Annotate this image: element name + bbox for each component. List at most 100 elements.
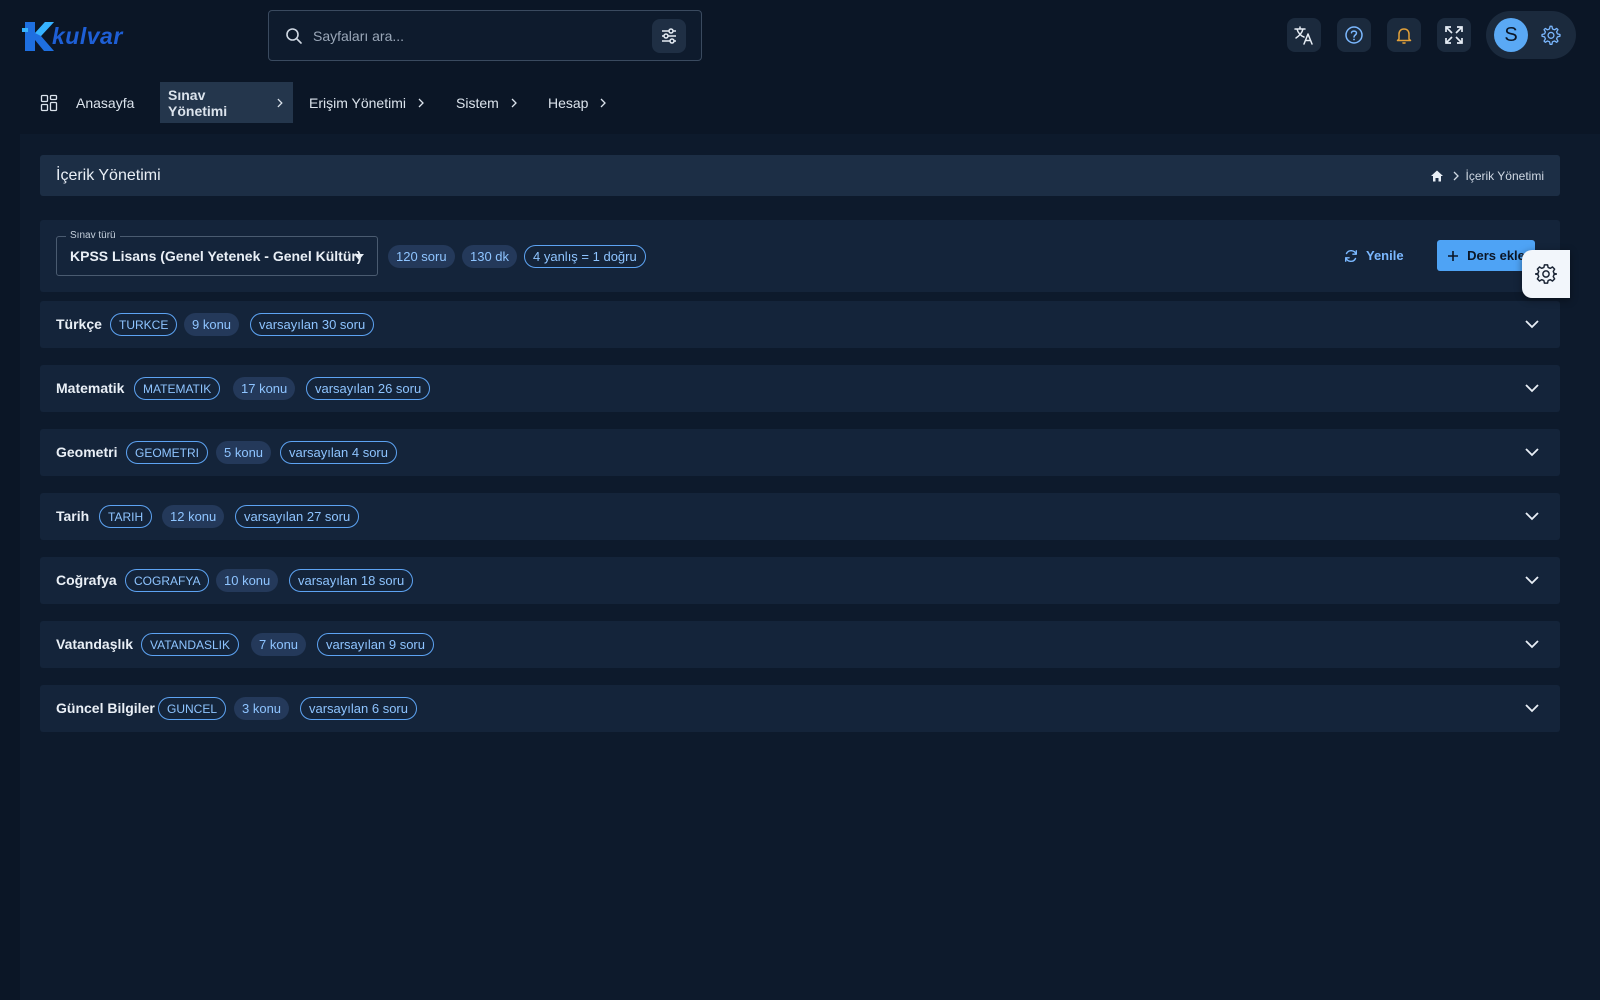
plus-icon (1448, 250, 1459, 261)
chevron-down-icon[interactable] (1524, 382, 1540, 394)
language-button[interactable] (1287, 18, 1321, 52)
bell-icon (1396, 28, 1412, 44)
subject-name: Güncel Bilgiler (56, 700, 155, 716)
settings-gear-icon[interactable] (1540, 24, 1562, 46)
breadcrumb-current: İçerik Yönetimi (1465, 168, 1544, 183)
search-box[interactable] (268, 10, 702, 61)
chevron-right-icon (418, 98, 424, 107)
subject-row[interactable]: Tarih TARIH 12 konu varsayılan 27 soru (40, 493, 1560, 540)
subject-row[interactable]: Güncel Bilgiler GUNCEL 3 konu varsayılan… (40, 685, 1560, 732)
chevron-down-icon[interactable] (1524, 638, 1540, 650)
topic-count-badge: 7 konu (251, 633, 307, 656)
question-count-badge: 120 soru (388, 245, 455, 268)
page-header: İçerik Yönetimi İçerik Yönetimi (40, 155, 1560, 196)
topic-count-badge: 12 konu (162, 505, 225, 528)
scoring-rule-badge: 4 yanlış = 1 doğru (524, 245, 646, 268)
subject-code-badge: MATEMATIK (134, 377, 221, 400)
subject-row[interactable]: Matematik MATEMATIK 17 konu varsayılan 2… (40, 365, 1560, 412)
add-course-button[interactable]: Ders ekle (1437, 240, 1535, 271)
subject-name: Matematik (56, 380, 125, 396)
subject-row[interactable]: Coğrafya COGRAFYA 10 konu varsayılan 18 … (40, 557, 1560, 604)
subject-row[interactable]: Geometri GEOMETRI 5 konu varsayılan 4 so… (40, 429, 1560, 476)
chevron-down-icon[interactable] (1524, 318, 1540, 330)
translate-icon (1294, 26, 1313, 45)
chevron-right-icon (511, 98, 517, 107)
user-menu[interactable]: S (1486, 11, 1576, 59)
default-questions-badge: varsayılan 30 soru (250, 313, 375, 336)
subject-name: Türkçe (56, 316, 102, 332)
add-course-label: Ders ekle (1467, 248, 1525, 263)
help-button[interactable] (1337, 18, 1371, 52)
main-nav: Anasayfa Sınav Yönetimi Erişim Yönetimi … (0, 72, 1600, 132)
expand-icon (1445, 26, 1463, 44)
theme-settings-button[interactable] (1522, 250, 1570, 298)
subject-name: Vatandaşlık (56, 636, 134, 652)
select-label: Sınav türü (66, 230, 120, 241)
nav-item-label: Sistem (456, 94, 499, 111)
nav-item-system[interactable]: Sistem (456, 82, 519, 123)
help-circle-icon (1345, 26, 1363, 44)
subject-code-badge: GUNCEL (158, 697, 227, 720)
search-input[interactable] (313, 27, 643, 44)
topic-count-badge: 10 konu (216, 569, 279, 592)
subject-code-badge: GEOMETRI (126, 441, 209, 464)
notifications-button[interactable] (1387, 18, 1421, 52)
topic-count-badge: 3 konu (234, 697, 290, 720)
exam-type-select[interactable]: Sınav türü KPSS Lisans (Genel Yetenek - … (56, 230, 378, 276)
gear-icon (1535, 264, 1557, 284)
subject-code-badge: TURKCE (110, 313, 178, 336)
breadcrumb: İçerik Yönetimi (1430, 169, 1544, 183)
default-questions-badge: varsayılan 27 soru (235, 505, 360, 528)
default-questions-badge: varsayılan 18 soru (289, 569, 414, 592)
nav-item-label: Sınav Yönetimi (168, 86, 228, 119)
exam-toolbar: Sınav türü KPSS Lisans (Genel Yetenek - … (40, 220, 1560, 292)
top-header: kulvar Sayfaları ara... S (0, 0, 1600, 72)
refresh-icon (1345, 249, 1357, 262)
search-icon (286, 27, 302, 44)
subject-name: Tarih (56, 508, 90, 524)
default-questions-badge: varsayılan 4 soru (280, 441, 397, 464)
chevron-down-icon[interactable] (1524, 574, 1540, 586)
logo-icon (22, 22, 54, 51)
subject-code-badge: COGRAFYA (125, 569, 210, 592)
default-questions-badge: varsayılan 26 soru (306, 377, 431, 400)
topic-count-badge: 5 konu (216, 441, 272, 464)
subject-name: Coğrafya (56, 572, 117, 588)
nav-item-account[interactable]: Hesap (548, 82, 608, 123)
nav-item-label: Anasayfa (76, 94, 135, 111)
default-questions-badge: varsayılan 9 soru (317, 633, 434, 656)
default-questions-badge: varsayılan 6 soru (300, 697, 417, 720)
topic-count-badge: 17 konu (233, 377, 296, 400)
subject-code-badge: VATANDASLIK (141, 633, 240, 656)
avatar[interactable]: S (1494, 18, 1528, 52)
refresh-label: Yenile (1366, 248, 1404, 263)
chevron-right-icon (1453, 171, 1459, 180)
topic-count-badge: 9 konu (184, 313, 240, 336)
sliders-icon (662, 28, 676, 44)
select-value: KPSS Lisans (Genel Yetenek - Genel Kültü… (70, 248, 362, 264)
search-filter-button[interactable] (652, 19, 686, 53)
fullscreen-button[interactable] (1437, 18, 1471, 52)
subject-name: Geometri (56, 444, 118, 460)
chevron-down-icon[interactable] (1524, 510, 1540, 522)
chevron-down-icon[interactable] (1524, 446, 1540, 458)
chevron-right-icon (277, 98, 283, 107)
caret-down-icon (354, 254, 364, 260)
nav-item-access-management[interactable]: Erişim Yönetimi (309, 82, 426, 123)
refresh-button[interactable]: Yenile (1344, 248, 1404, 263)
subject-row[interactable]: Vatandaşlık VATANDASLIK 7 konu varsayıla… (40, 621, 1560, 668)
nav-item-home[interactable]: Anasayfa (40, 82, 134, 123)
home-icon[interactable] (1430, 169, 1444, 183)
dashboard-grid-icon (40, 94, 58, 111)
nav-item-label: Hesap (548, 94, 589, 111)
subject-code-badge: TARIH (99, 505, 153, 528)
subject-row[interactable]: Türkçe TURKCE 9 konu varsayılan 30 soru (40, 301, 1560, 348)
chevron-right-icon (601, 98, 607, 107)
app-logo[interactable]: kulvar (22, 18, 123, 54)
duration-badge: 130 dk (462, 245, 518, 268)
logo-text: kulvar (52, 22, 123, 49)
content-area: İçerik Yönetimi İçerik Yönetimi Sınav tü… (20, 134, 1600, 1000)
chevron-down-icon[interactable] (1524, 702, 1540, 714)
page-title: İçerik Yönetimi (56, 166, 161, 184)
nav-item-exam-management[interactable]: Sınav Yönetimi (160, 82, 293, 123)
